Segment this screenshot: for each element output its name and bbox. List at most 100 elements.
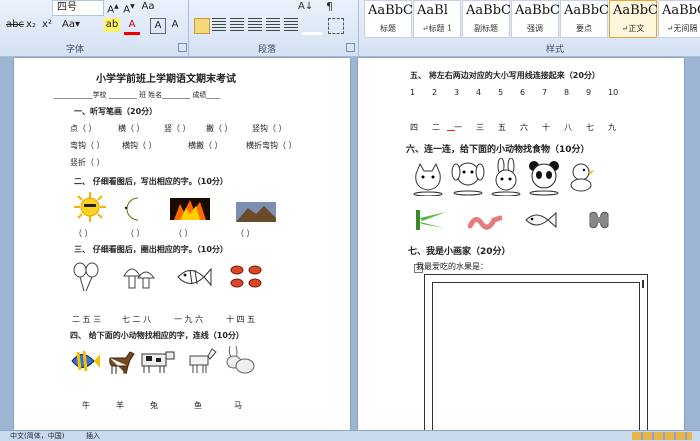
student-info-line: ___________学校 ________ 班 姓名________ 成绩__… [54,91,221,99]
section-2-blank-4[interactable]: （ ） [236,228,255,239]
section-5-heading: 五、 将左右两边对应的大小写用线连接起来（20分） [410,71,600,80]
digit[interactable]: 1 [410,88,415,97]
strikethrough-button[interactable]: abc [6,18,24,32]
digit[interactable]: 5 [498,88,503,97]
style-preview: AaBl [417,3,448,18]
style-gallery-item[interactable]: AaBbC 标题 [364,0,413,38]
digit[interactable]: 4 [476,88,481,97]
section-2-blank-1[interactable]: （ ） [74,228,93,239]
section-4-heading: 四、 给下面的小动物找相应的字，连线（10分） [70,331,244,340]
stroke-item: 弯钩（ ） [70,141,105,150]
panda-image [529,161,559,196]
chinese-numeral[interactable]: 十 [542,122,550,133]
digit[interactable]: 2 [432,88,437,97]
chinese-numeral[interactable]: 五 [498,122,506,133]
sort-button[interactable]: A↓ [298,0,314,14]
drawing-frame-inner [432,282,640,430]
style-gallery-item[interactable]: AaBbCcD ↵正文 [609,0,676,38]
mushrooms-image [123,268,155,289]
font-dialog-launcher-icon[interactable] [178,43,187,52]
goat-image [189,348,217,373]
sun-image [74,192,106,222]
style-gallery-item[interactable]: AaBl ↵标题 1 [413,0,461,38]
worm-image [468,215,502,230]
animal-char: 牛 [82,401,90,410]
paragraph-dialog-launcher-icon[interactable] [346,43,355,52]
change-case-button-2[interactable]: Aa▾ [62,18,80,32]
style-name: 要点 [576,24,592,33]
chinese-numeral[interactable]: 二 [432,122,440,133]
char-border-button[interactable]: A [150,18,166,34]
animal-char: 鱼 [194,401,202,410]
justify-button[interactable] [248,18,262,32]
chinese-numeral[interactable]: 八 [564,122,572,133]
digit[interactable]: 6 [520,88,525,97]
separator [188,0,189,56]
style-preview: AaBbCcD [662,3,700,18]
section-2-blank-2[interactable]: （ ） [126,228,145,239]
chinese-numeral[interactable]: 七 [586,122,594,133]
horse-image [109,351,135,374]
stroke-item: 横（ ） [118,124,145,133]
section-2-blank-3[interactable]: （ ） [174,228,193,239]
change-case-button[interactable]: Aa [140,0,156,14]
cat-image [413,162,443,196]
animal-char: 兔 [150,401,158,410]
cow-image [141,351,175,373]
borders-button[interactable] [328,18,344,34]
dog-image [451,162,485,196]
grow-font-button[interactable]: A▲ [106,0,120,15]
moon-image [124,197,139,221]
digit[interactable]: 10 [608,88,618,97]
digit[interactable]: 8 [564,88,569,97]
styles-group-label: 样式 [546,45,565,55]
highlight-button[interactable]: ab [104,18,120,32]
animal-char: 马 [234,401,242,410]
section-3-heading: 三、 仔细看图后，圈出相应的字。（10分） [74,245,228,254]
chinese-numeral[interactable]: 六 [520,122,528,133]
chinese-numeral[interactable]: 三 [476,122,484,133]
shading-button[interactable] [302,18,322,35]
align-center-button[interactable] [212,18,226,32]
font-size-dropdown[interactable]: 四号 [52,0,104,16]
font-color-button[interactable]: A [124,18,140,35]
rabbit-face-image [491,158,521,196]
section-3-options-1: 二 五 三 [72,315,102,324]
section-7-heading: 七、我是小画家（20分） [408,247,511,257]
view-buttons[interactable] [632,432,692,440]
show-marks-button[interactable]: ¶ [326,0,340,14]
section-6-heading: 六、连一连，给下面的小动物找食物（10分） [406,145,590,155]
chinese-numeral[interactable]: 九 [608,122,616,133]
separator [358,0,359,56]
style-gallery-item[interactable]: AaBbCcD ↵无间隔 [658,0,700,38]
digit[interactable]: 9 [586,88,591,97]
digit[interactable]: 7 [542,88,547,97]
style-gallery-item[interactable]: AaBbC 副标题 [462,0,511,38]
stroke-item: 竖钩（ ） [252,124,287,133]
style-gallery-item[interactable]: AaBbCcD 强调 [511,0,578,38]
stroke-item: 横钩（ ） [122,141,157,150]
document-page-left[interactable]: 小学学前班上学期语文期末考试 ___________学校 ________ 班 … [14,58,350,430]
align-left-button[interactable] [194,18,210,34]
crabs-image [230,265,262,288]
style-gallery-item[interactable]: AaBbCcD 要点 [560,0,627,38]
section-1-heading: 一、听写笔画（20分） [74,107,158,116]
subscript-button[interactable]: x₂ [24,18,38,32]
line-spacing-button[interactable] [284,18,298,32]
tropical-fish-image [71,350,100,372]
frame-resize-handle[interactable] [642,280,644,288]
chinese-numeral[interactable]: 一 [454,122,462,133]
char-shading-button[interactable]: A [168,18,182,32]
chinese-numeral[interactable]: 四 [410,122,418,133]
balloons-image [73,262,99,292]
shrink-font-button[interactable]: A▼ [122,0,136,15]
style-name: ↵正文 [621,24,645,33]
digit[interactable]: 3 [454,88,459,97]
stroke-item: 撇（ ） [206,124,233,133]
align-right-button[interactable] [230,18,244,32]
distributed-button[interactable] [266,18,280,32]
rabbit-image [226,345,255,374]
document-page-right[interactable]: 五、 将左右两边对应的大小写用线连接起来（20分） 1 2 3 4 5 6 7 8 9 10 四 二… [358,58,684,430]
superscript-button[interactable]: x² [40,18,54,32]
style-name: ↵标题 1 [421,24,453,33]
